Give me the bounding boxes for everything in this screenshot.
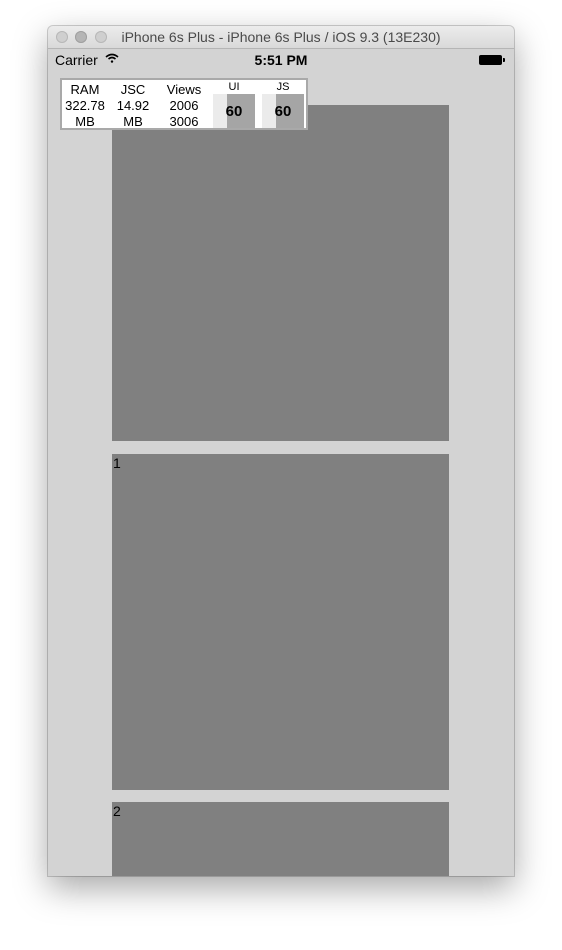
device-screen: Carrier 5:51 PM 1 2 RAM 322.78 MB JSC 14… bbox=[48, 49, 514, 876]
perf-ram-label: RAM bbox=[70, 82, 100, 97]
perf-jsc-column: JSC 14.92 MB bbox=[110, 82, 156, 130]
perf-ram-column: RAM 322.78 MB bbox=[62, 82, 108, 130]
window-titlebar: iPhone 6s Plus - iPhone 6s Plus / iOS 9.… bbox=[48, 26, 514, 49]
status-bar: Carrier 5:51 PM bbox=[48, 49, 514, 69]
list-item-label: 2 bbox=[113, 803, 121, 819]
perf-js-value: 60 bbox=[274, 103, 292, 120]
perf-ui-value: 60 bbox=[225, 103, 243, 120]
battery-icon bbox=[479, 55, 505, 65]
status-time: 5:51 PM bbox=[254, 52, 308, 68]
perf-views-value: 2006 bbox=[169, 98, 199, 113]
list-item bbox=[112, 105, 449, 441]
perf-ram-value: 322.78 bbox=[65, 98, 105, 113]
perf-jsc-unit: MB bbox=[123, 114, 143, 129]
perf-views-label: Views bbox=[166, 82, 202, 97]
list-item-label: 1 bbox=[113, 455, 121, 471]
perf-ui-label: UI bbox=[228, 81, 240, 93]
perf-views-column: Views 2006 3006 bbox=[160, 82, 208, 130]
perf-views-value-2: 3006 bbox=[169, 114, 199, 129]
perf-jsc-value: 14.92 bbox=[116, 98, 150, 113]
perf-ui-fps: UI 60 bbox=[212, 81, 256, 128]
perf-jsc-label: JSC bbox=[120, 82, 146, 97]
perf-ram-unit: MB bbox=[75, 114, 95, 129]
perf-js-label: JS bbox=[276, 81, 290, 93]
list-item: 1 bbox=[112, 454, 449, 790]
perf-monitor[interactable]: RAM 322.78 MB JSC 14.92 MB Views 2006 30… bbox=[60, 78, 308, 130]
simulator-window: iPhone 6s Plus - iPhone 6s Plus / iOS 9.… bbox=[48, 26, 514, 876]
perf-js-fps: JS 60 bbox=[261, 81, 305, 128]
window-title: iPhone 6s Plus - iPhone 6s Plus / iOS 9.… bbox=[121, 29, 441, 45]
list-item: 2 bbox=[112, 802, 449, 876]
